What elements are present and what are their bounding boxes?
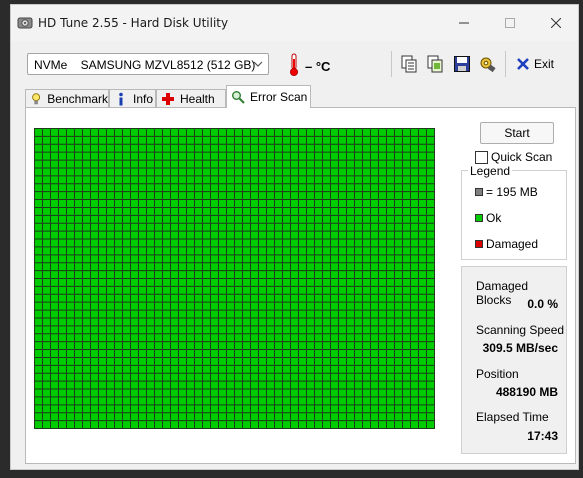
close-button[interactable] <box>533 5 579 41</box>
error-scan-panel: Start Quick Scan = 195 MB Ok Damaged Leg… <box>25 107 576 464</box>
hd-tune-app-icon <box>17 17 33 29</box>
position-value: 488190 MB <box>495 385 558 399</box>
error-scan-icon <box>232 91 245 104</box>
legend-block-size-label: = 195 MB <box>486 185 538 199</box>
health-icon <box>162 92 174 105</box>
toolbar-separator <box>505 51 506 77</box>
info-icon <box>119 92 123 105</box>
legend-damaged: Damaged <box>475 237 538 251</box>
scan-stats: Damaged Blocks 0.0 % Scanning Speed 309.… <box>461 266 567 454</box>
tab-info[interactable]: Info <box>109 89 156 107</box>
start-label: Start <box>504 126 530 140</box>
benchmark-icon <box>32 92 41 104</box>
exit-label: Exit <box>534 57 555 71</box>
copy-screenshot-icon[interactable] <box>426 55 444 73</box>
maximize-icon <box>505 18 515 28</box>
copy-text-icon[interactable] <box>400 55 418 73</box>
options-icon[interactable] <box>479 55 497 73</box>
toolbar-separator <box>391 51 392 77</box>
close-icon <box>551 18 561 28</box>
chevron-down-icon <box>253 61 263 67</box>
tab-health[interactable]: Health <box>156 89 226 107</box>
tab-error-scan-label: Error Scan <box>250 90 308 104</box>
ok-swatch <box>475 214 483 222</box>
tab-info-label: Info <box>133 91 154 106</box>
legend-block-size: = 195 MB <box>475 185 538 199</box>
exit-icon <box>517 58 529 70</box>
tab-benchmark[interactable]: Benchmark <box>25 89 109 107</box>
thermometer-icon <box>290 53 298 76</box>
maximize-button[interactable] <box>487 5 533 41</box>
tab-error-scan[interactable]: Error Scan <box>226 85 311 108</box>
minimize-button[interactable] <box>441 5 487 41</box>
quick-scan-checkbox[interactable]: Quick Scan <box>475 150 552 164</box>
position-label: Position <box>476 367 519 381</box>
window-title: HD Tune 2.55 - Hard Disk Utility <box>38 16 229 30</box>
block-swatch <box>475 188 483 196</box>
legend-title: Legend <box>468 164 513 178</box>
quick-scan-label: Quick Scan <box>491 150 553 164</box>
drive-select[interactable]: NVMe SAMSUNG MZVL8512 (512 GB) <box>27 53 269 75</box>
legend-ok: Ok <box>475 211 501 225</box>
elapsed-time-value: 17:43 <box>527 429 558 443</box>
drive-select-value: NVMe SAMSUNG MZVL8512 (512 GB) <box>34 58 256 72</box>
save-icon[interactable] <box>453 55 471 73</box>
legend-damaged-label: Damaged <box>486 237 539 251</box>
legend-ok-label: Ok <box>486 211 502 225</box>
start-button[interactable]: Start <box>480 122 554 144</box>
block-map <box>34 128 435 429</box>
damaged-swatch <box>475 240 483 248</box>
app-window: HD Tune 2.55 - Hard Disk Utility NVMe SA… <box>10 4 579 470</box>
damaged-blocks-value: 0.0 % <box>527 297 558 311</box>
elapsed-time-label: Elapsed Time <box>476 410 549 424</box>
scanning-speed-value: 309.5 MB/sec <box>482 341 558 355</box>
tab-benchmark-label: Benchmark <box>47 91 108 106</box>
quick-scan-check-box[interactable] <box>475 150 488 164</box>
exit-button[interactable]: Exit <box>516 55 554 73</box>
temperature-readout: – °C <box>305 59 331 74</box>
scanning-speed-label: Scanning Speed <box>476 323 565 337</box>
toolbar: NVMe SAMSUNG MZVL8512 (512 GB) – °C Exit <box>11 41 578 87</box>
minimize-icon <box>459 22 469 24</box>
title-bar[interactable]: HD Tune 2.55 - Hard Disk Utility <box>11 5 578 41</box>
legend-group: = 195 MB Ok Damaged <box>461 170 567 260</box>
tab-health-label: Health <box>180 91 215 106</box>
